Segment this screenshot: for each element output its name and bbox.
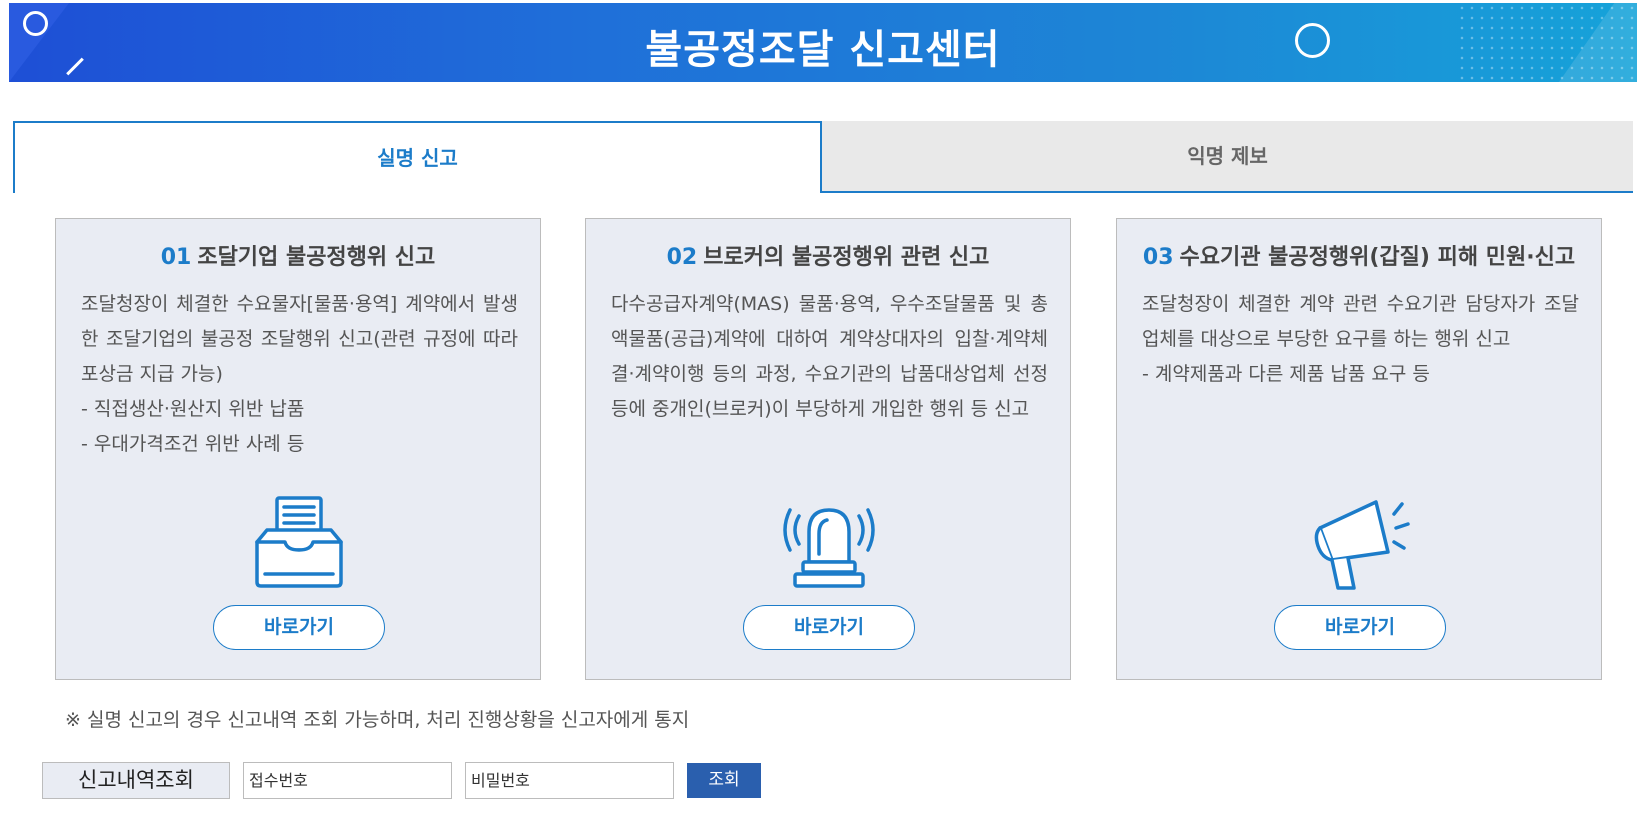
card-desc-line: - 계약제품과 다른 제품 납품 요구 등 [1142,363,1430,385]
card-number: 03 [1142,245,1174,270]
card-number: 02 [666,245,698,270]
receipt-number-input[interactable] [243,762,452,799]
card-desc-line: - 우대가격조건 위반 사례 등 [81,433,305,455]
siren-icon [779,494,879,594]
page-title: 불공정조달 신고센터 [645,27,1001,73]
lookup-button[interactable]: 조회 [687,763,761,798]
card-description: 조달청장이 체결한 수요물자[물품·용역] 계약에서 발생한 조달기업의 불공정… [81,287,518,462]
card-title-text: 브로커의 불공정행위 관련 신고 [703,245,990,270]
card-title: 03 수요기관 불공정행위(갑질) 피해 민원·신고 [1117,239,1601,271]
megaphone-icon [1310,494,1410,594]
header-banner: 불공정조달 신고센터 [9,3,1637,82]
card-description: 조달청장이 체결한 계약 관련 수요기관 담당자가 조달업체를 대상으로 부당한… [1142,287,1579,392]
document-tray-icon [249,494,349,594]
go-to-report-button[interactable]: 바로가기 [743,605,915,650]
card-title: 01 조달기업 불공정행위 신고 [56,239,540,271]
report-lookup-label: 신고내역조회 [42,762,230,799]
report-card-demand-agency: 03 수요기관 불공정행위(갑질) 피해 민원·신고 조달청장이 체결한 계약 관… [1116,218,1602,680]
card-desc-line: 조달청장이 체결한 수요물자[물품·용역] 계약에서 발생한 조달기업의 불공정… [81,293,518,385]
notice-text: ※ 실명 신고의 경우 신고내역 조회 가능하며, 처리 진행상황을 신고자에게… [65,709,690,731]
card-desc-line: 조달청장이 체결한 계약 관련 수요기관 담당자가 조달업체를 대상으로 부당한… [1142,293,1579,350]
card-desc-line: 다수공급자계약(MAS) 물품·용역, 우수조달물품 및 총액물품(공급)계약에… [611,293,1048,420]
card-desc-line: - 직접생산·원산지 위반 납품 [81,398,305,420]
card-number: 01 [160,245,192,270]
report-card-procurement-company: 01 조달기업 불공정행위 신고 조달청장이 체결한 수요물자[물품·용역] 계약… [55,218,541,680]
card-title-text: 수요기관 불공정행위(갑질) 피해 민원·신고 [1179,245,1576,270]
go-to-report-button[interactable]: 바로가기 [213,605,385,650]
card-title-text: 조달기업 불공정행위 신고 [197,245,436,270]
card-description: 다수공급자계약(MAS) 물품·용역, 우수조달물품 및 총액물품(공급)계약에… [611,287,1048,427]
tab-real-name-report[interactable]: 실명 신고 [13,121,822,193]
go-to-report-button[interactable]: 바로가기 [1274,605,1446,650]
password-input[interactable] [465,762,674,799]
tab-anonymous-report[interactable]: 익명 제보 [822,121,1633,193]
report-card-broker: 02 브로커의 불공정행위 관련 신고 다수공급자계약(MAS) 물품·용역, 우… [585,218,1071,680]
card-title: 02 브로커의 불공정행위 관련 신고 [586,239,1070,271]
